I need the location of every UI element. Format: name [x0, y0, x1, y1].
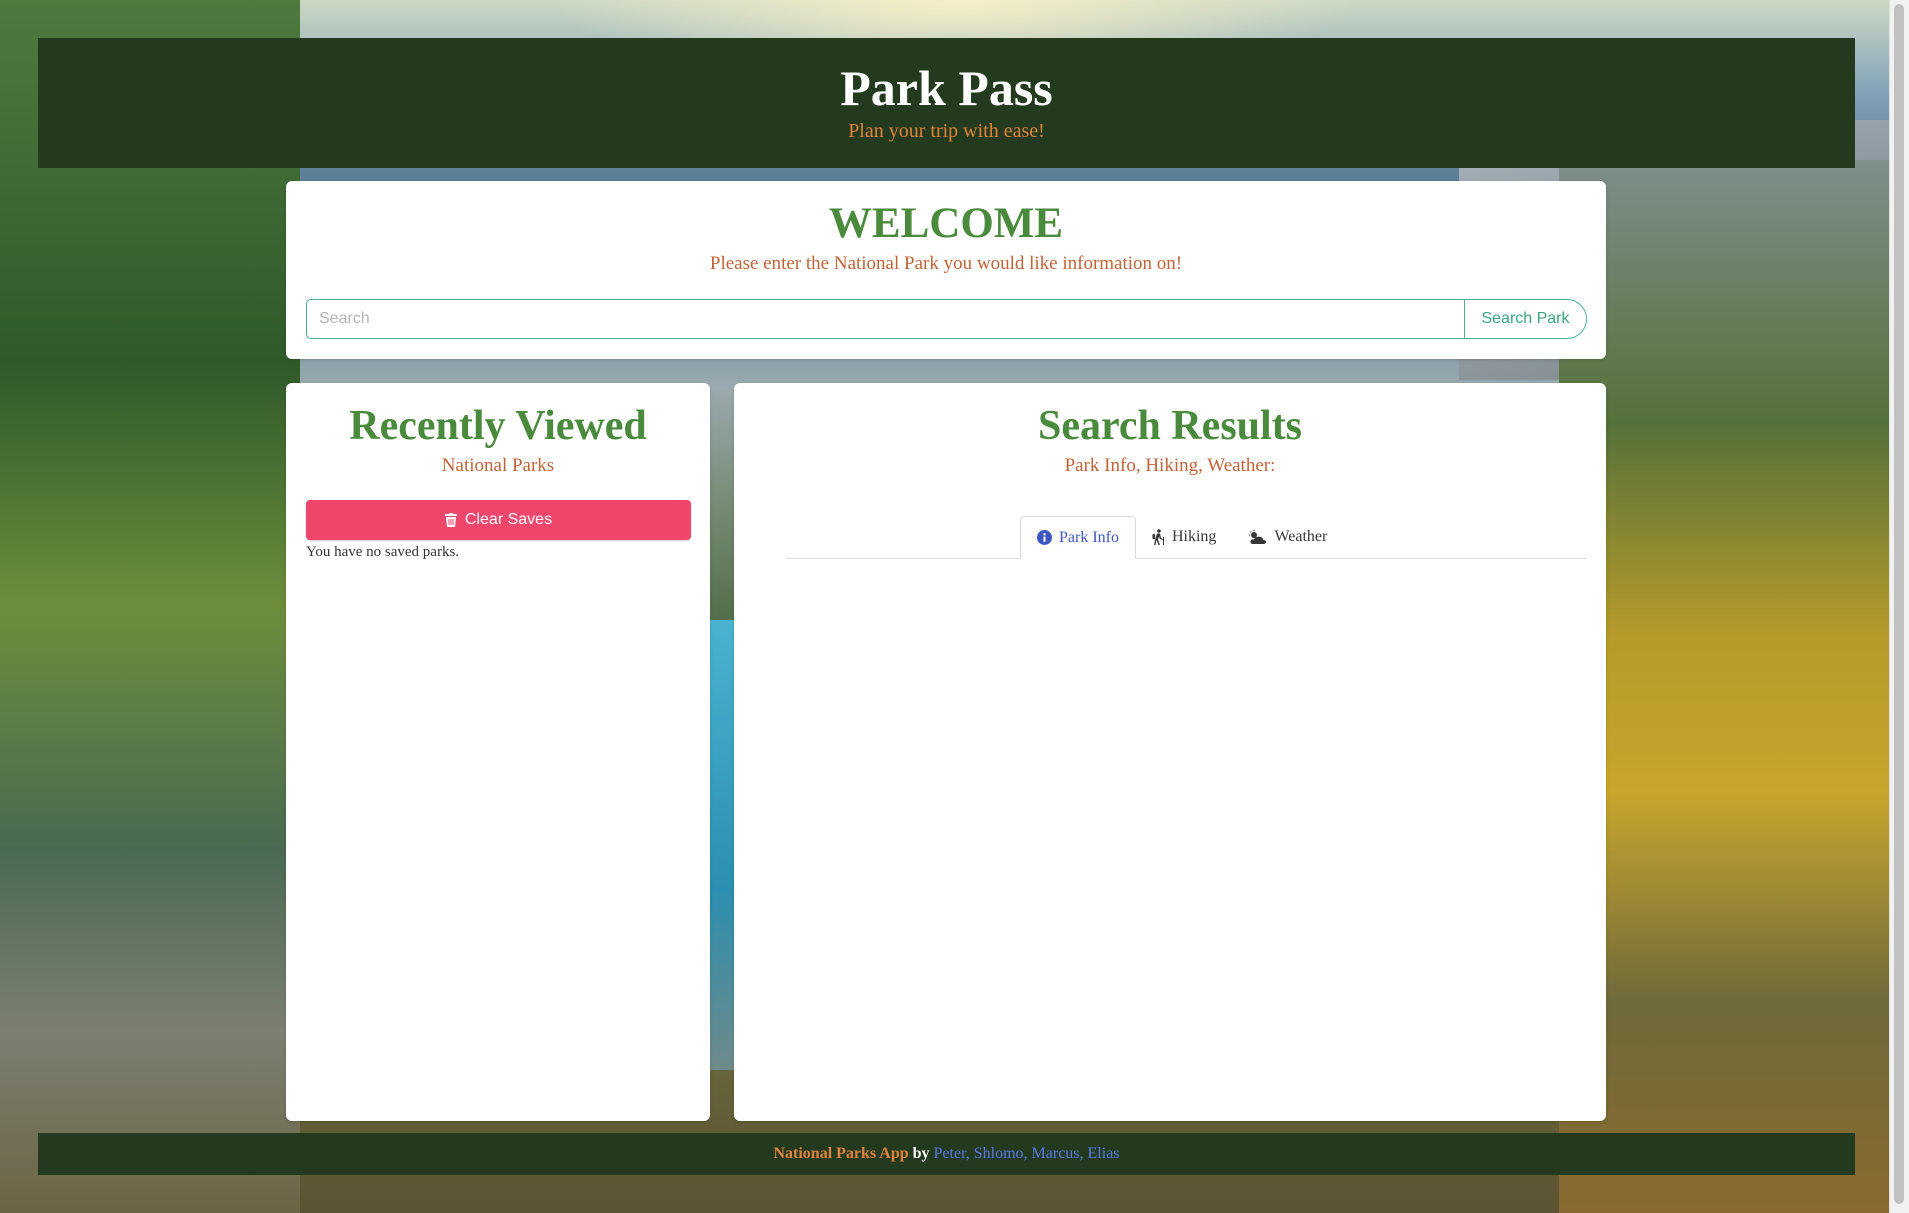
- footer-app-name: National Parks App: [773, 1145, 909, 1162]
- search-input[interactable]: [306, 299, 1464, 339]
- welcome-prompt: Please enter the National Park you would…: [709, 253, 1183, 274]
- search-results-card: Search Results Park Info, Hiking, Weathe…: [734, 383, 1606, 1121]
- results-tabs: Park Info Hiking Weather: [786, 516, 1586, 559]
- tab-weather[interactable]: Weather: [1232, 516, 1343, 558]
- search-bar: Search Park: [306, 299, 1587, 339]
- footer-by: by: [912, 1145, 930, 1162]
- tab-park-info-label: Park Info: [1059, 528, 1119, 546]
- site-title: Park Pass: [840, 60, 1053, 116]
- search-park-button[interactable]: Search Park: [1464, 299, 1587, 339]
- site-header: Park Pass Plan your trip with ease!: [38, 38, 1855, 168]
- page-scrollbar[interactable]: [1889, 0, 1909, 1213]
- tab-hiking[interactable]: Hiking: [1136, 516, 1232, 558]
- welcome-card: WELCOME Please enter the National Park y…: [286, 181, 1606, 359]
- welcome-title: WELCOME: [828, 200, 1064, 247]
- recently-viewed-subtitle: National Parks: [441, 455, 555, 476]
- background-forest-right: [1559, 160, 1889, 1213]
- site-footer: National Parks App by Peter, Shlomo, Mar…: [38, 1133, 1855, 1175]
- recently-viewed-title: Recently Viewed: [349, 403, 647, 449]
- empty-saves-message: You have no saved parks.: [306, 544, 460, 560]
- tab-hiking-label: Hiking: [1171, 528, 1217, 545]
- trash-icon: [444, 513, 457, 527]
- search-results-subtitle: Park Info, Hiking, Weather:: [1064, 455, 1276, 476]
- clear-saves-button[interactable]: Clear Saves: [306, 500, 691, 540]
- scrollbar-thumb[interactable]: [1894, 4, 1904, 1204]
- footer-authors-link[interactable]: Peter, Shlomo, Marcus, Elias: [934, 1145, 1120, 1162]
- info-circle-icon: [1037, 530, 1052, 545]
- site-tagline: Plan your trip with ease!: [848, 120, 1045, 142]
- search-results-title: Search Results: [1037, 403, 1303, 449]
- cloud-sun-icon: [1248, 529, 1267, 545]
- clear-saves-label: Clear Saves: [464, 511, 553, 528]
- recently-viewed-card: Recently Viewed National Parks Clear Sav…: [286, 383, 710, 1121]
- tab-park-info[interactable]: Park Info: [1020, 516, 1136, 559]
- hiking-icon: [1152, 529, 1165, 545]
- tab-weather-label: Weather: [1274, 528, 1328, 545]
- background-forest-left: [0, 0, 300, 1213]
